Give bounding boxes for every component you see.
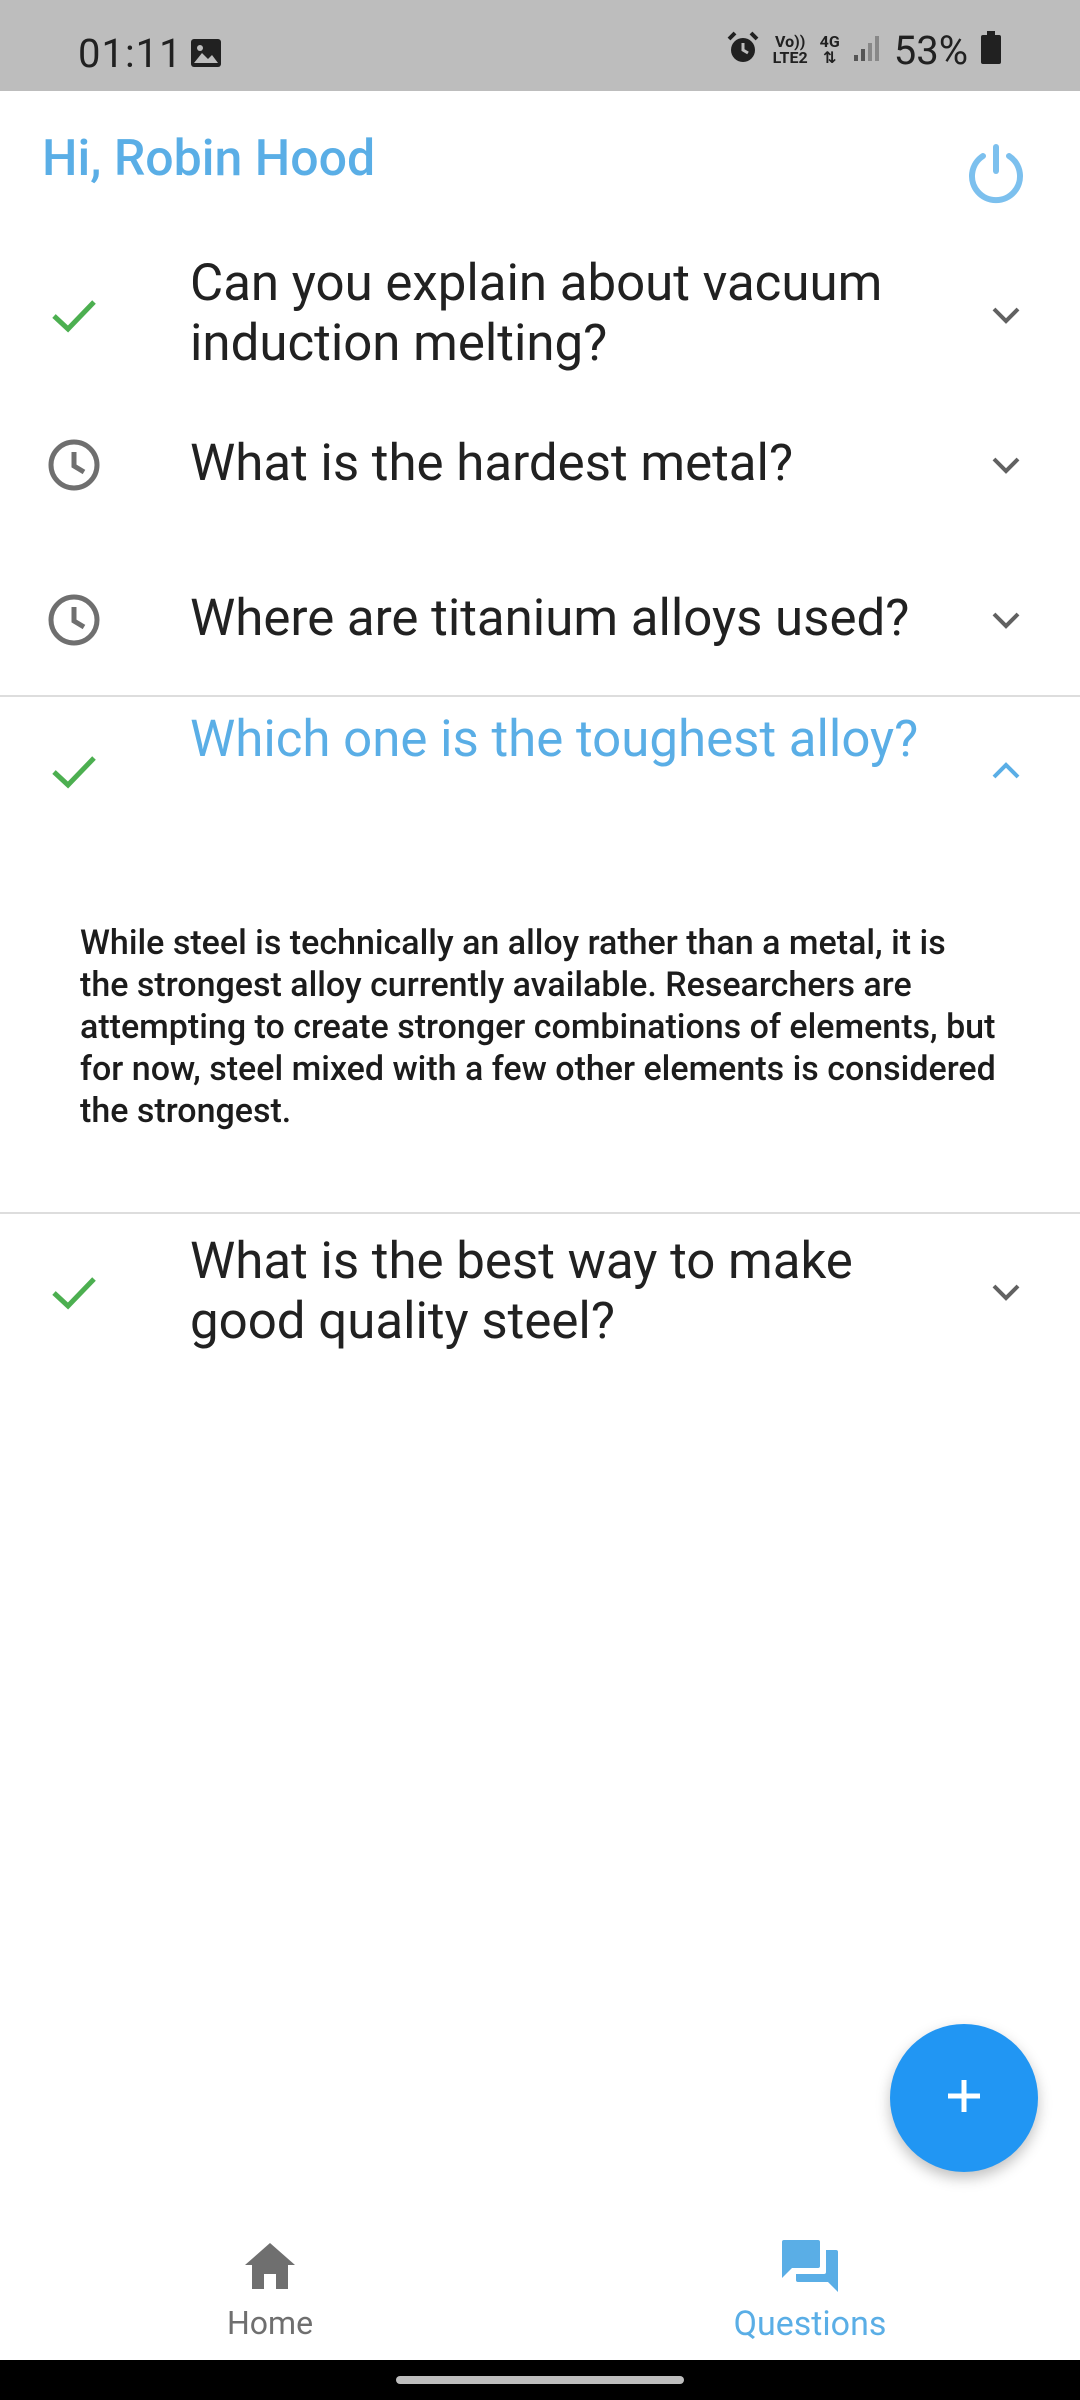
question-header[interactable]: Which one is the toughest alloy? — [0, 700, 1080, 850]
question-item: What is the hardest metal? — [0, 410, 1080, 520]
question-header[interactable]: Can you explain about vacuum induction m… — [0, 250, 1080, 380]
question-item: What is the best way to make good qualit… — [0, 1230, 1080, 1360]
network-indicator: 4G ⇅ — [820, 34, 840, 66]
question-text: What is the hardest metal? — [190, 434, 794, 493]
plus-icon — [940, 2072, 988, 2124]
battery-icon — [980, 31, 1002, 69]
nav-item-home[interactable]: Home — [120, 2206, 420, 2360]
home-gesture-handle[interactable] — [396, 2376, 684, 2384]
chevron-down-icon[interactable] — [976, 285, 1036, 345]
status-time: 01:11 — [78, 30, 183, 77]
nav-item-questions[interactable]: Questions — [660, 2206, 960, 2360]
chevron-down-icon[interactable] — [976, 435, 1036, 495]
forum-icon — [780, 2236, 840, 2296]
add-question-button[interactable] — [890, 2024, 1038, 2172]
logout-button[interactable] — [958, 138, 1034, 214]
bottom-navigation: Home Questions — [0, 2206, 1080, 2360]
clock-icon — [44, 435, 104, 495]
alarm-icon — [725, 30, 761, 70]
signal-icon — [852, 33, 882, 67]
divider — [0, 695, 1080, 697]
home-icon — [240, 2236, 300, 2296]
nav-label-questions: Questions — [733, 2304, 887, 2344]
question-text: Which one is the toughest alloy? — [190, 710, 919, 769]
status-bar: 01:11 Vo)) LTE2 4G ⇅ 53% — [0, 0, 1080, 91]
greeting-title: Hi, Robin Hood — [42, 130, 376, 188]
question-item-expanded: Which one is the toughest alloy? While s… — [0, 700, 1080, 1210]
question-text: Can you explain about vacuum induction m… — [190, 254, 883, 373]
lte-label: LTE2 — [772, 48, 808, 67]
check-icon — [44, 741, 104, 801]
power-icon — [963, 141, 1029, 211]
question-text: Where are titanium alloys used? — [190, 589, 910, 648]
clock-icon — [44, 590, 104, 650]
divider — [0, 1212, 1080, 1214]
chevron-down-icon[interactable] — [976, 1262, 1036, 1322]
question-header[interactable]: Where are titanium alloys used? — [0, 565, 1080, 675]
question-header[interactable]: What is the hardest metal? — [0, 410, 1080, 520]
data-arrows-icon: ⇅ — [822, 48, 837, 67]
question-item: Can you explain about vacuum induction m… — [0, 250, 1080, 380]
question-item: Where are titanium alloys used? — [0, 565, 1080, 675]
chevron-down-icon[interactable] — [976, 590, 1036, 650]
chevron-up-icon[interactable] — [976, 741, 1036, 801]
battery-percent: 53% — [893, 26, 968, 74]
volte-indicator: Vo)) LTE2 — [773, 34, 808, 66]
check-icon — [44, 1262, 104, 1322]
gallery-icon — [190, 38, 222, 68]
system-navigation-bar — [0, 2360, 1080, 2400]
nav-label-home: Home — [226, 2304, 314, 2342]
check-icon — [44, 285, 104, 345]
question-text: What is the best way to make good qualit… — [190, 1232, 853, 1351]
answer-text: While steel is technically an alloy rath… — [80, 923, 996, 1131]
status-icons: Vo)) LTE2 4G ⇅ 53% — [725, 26, 1002, 74]
question-header[interactable]: What is the best way to make good qualit… — [0, 1230, 1080, 1360]
